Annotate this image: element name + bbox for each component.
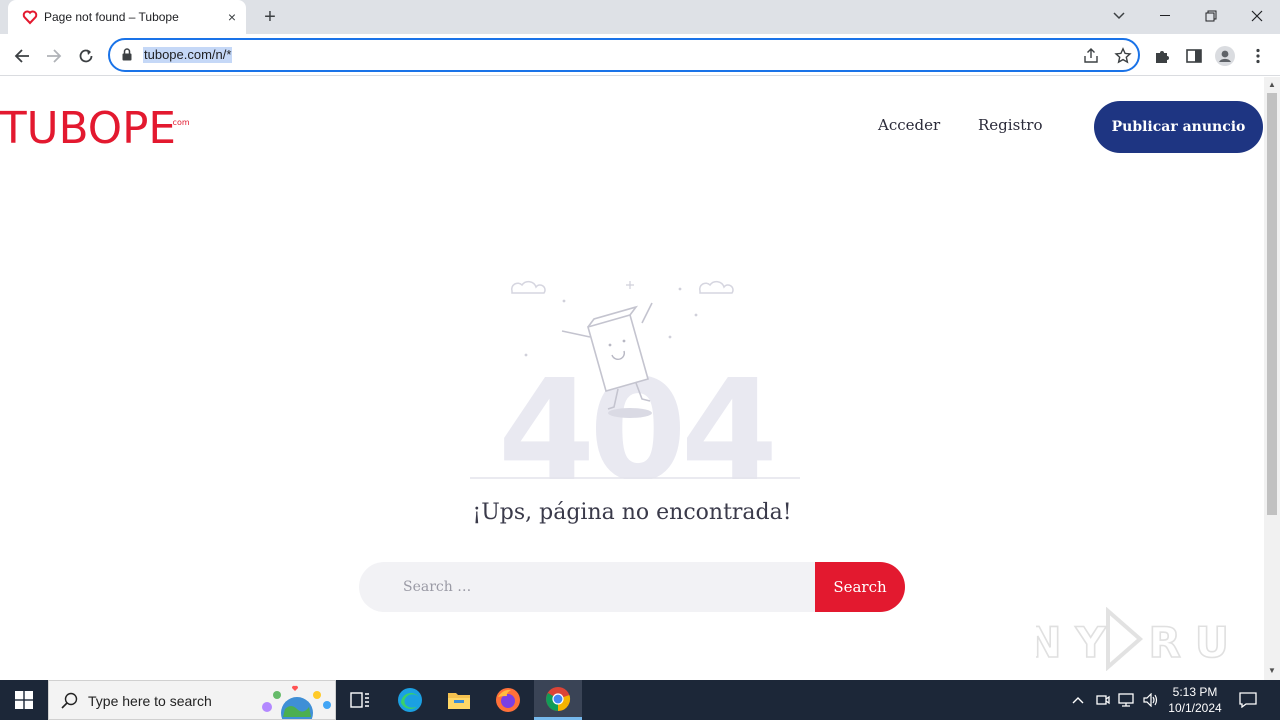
notification-center-button[interactable] [1234, 680, 1262, 720]
taskbar-search-placeholder: Type here to search [88, 693, 212, 709]
tray-network-button[interactable] [1117, 680, 1135, 720]
profile-icon [1215, 46, 1235, 66]
url-text[interactable]: tubope.com/n/* [143, 47, 233, 63]
browser-menu-button[interactable] [1248, 46, 1268, 66]
login-link[interactable]: Acceder [878, 116, 940, 134]
address-bar[interactable]: tubope.com/n/* [108, 38, 1140, 72]
reload-button[interactable] [73, 43, 99, 69]
profile-button[interactable] [1215, 46, 1235, 66]
arrow-left-icon [14, 49, 29, 63]
network-icon [1118, 693, 1134, 707]
task-view-icon [350, 692, 369, 708]
clock-date: 10/1/2024 [1168, 701, 1222, 715]
camera-icon [1096, 695, 1110, 705]
svg-text:ANY RUN: ANY RUN [1036, 618, 1236, 667]
tray-meet-button[interactable] [1094, 680, 1112, 720]
minimize-icon [1160, 15, 1170, 16]
tray-volume-button[interactable] [1141, 680, 1161, 720]
forward-button[interactable] [41, 43, 67, 69]
taskbar-firefox[interactable] [484, 680, 532, 720]
clock-time: 5:13 PM [1172, 685, 1218, 699]
error-headline: ¡Ups, página no encontrada! [472, 500, 792, 525]
reload-icon [79, 49, 93, 63]
windows-taskbar: Type here to search 5:13 PM 10/1/2024 [0, 680, 1280, 720]
page-scrollbar[interactable]: ▲ ▼ [1264, 77, 1280, 680]
restore-button[interactable] [1188, 0, 1234, 32]
start-button[interactable] [0, 680, 48, 720]
publish-ad-button[interactable]: Publicar anuncio [1094, 101, 1263, 153]
tab-strip: Page not found – Tubope × + [0, 0, 1280, 34]
scroll-down-arrow-icon[interactable]: ▼ [1268, 667, 1276, 675]
taskbar-clock[interactable]: 5:13 PM 10/1/2024 [1160, 684, 1230, 716]
taskbar-chrome[interactable] [534, 680, 582, 720]
404-illustration: 404 [470, 281, 800, 479]
anyrun-watermark: ANY RUN [1036, 607, 1236, 671]
arrow-right-icon [47, 49, 62, 63]
taskbar-search-box[interactable]: Type here to search [48, 680, 336, 720]
close-window-button[interactable] [1234, 0, 1280, 32]
tubope-heart-icon [22, 10, 38, 25]
share-icon[interactable] [1082, 47, 1100, 65]
side-panel-icon [1186, 49, 1202, 63]
edge-icon [398, 688, 422, 712]
tray-overflow-button[interactable] [1068, 680, 1088, 720]
tab-close-button[interactable]: × [224, 9, 240, 25]
restore-icon [1205, 10, 1217, 22]
register-link[interactable]: Registro [978, 116, 1043, 134]
taskbar-edge[interactable] [386, 680, 434, 720]
extensions-button[interactable] [1152, 46, 1172, 66]
search-button[interactable]: Search [815, 562, 905, 612]
lock-icon[interactable] [122, 48, 132, 61]
tubope-logo[interactable]: TUBOPE .com [0, 107, 190, 149]
search-form: Search [359, 562, 905, 612]
search-icon [61, 692, 78, 709]
svg-text:TUBOPE: TUBOPE [0, 107, 176, 149]
tab-title: Page not found – Tubope [44, 10, 179, 24]
browser-toolbar: tubope.com/n/* [0, 34, 1280, 76]
chrome-icon [546, 686, 571, 711]
search-input[interactable] [359, 562, 829, 612]
svg-text:.com: .com [170, 118, 190, 127]
star-icon[interactable] [1114, 47, 1132, 65]
speaker-icon [1143, 693, 1158, 707]
scroll-up-arrow-icon[interactable]: ▲ [1268, 81, 1276, 89]
firefox-icon [496, 688, 520, 712]
new-tab-button[interactable]: + [258, 6, 282, 28]
back-button[interactable] [9, 43, 35, 69]
chevron-down-icon [1113, 12, 1125, 20]
kebab-menu-icon [1256, 48, 1260, 64]
scroll-thumb[interactable] [1267, 93, 1277, 515]
puzzle-icon [1156, 51, 1169, 63]
chevron-up-icon [1072, 697, 1084, 704]
minimize-button[interactable] [1142, 0, 1188, 32]
close-icon [1251, 10, 1263, 22]
taskbar-file-explorer[interactable] [435, 680, 483, 720]
search-highlight-globe-icon [262, 685, 331, 719]
side-panel-button[interactable] [1184, 46, 1204, 66]
task-view-button[interactable] [336, 680, 384, 720]
tab-search-button[interactable] [1096, 0, 1142, 32]
page-content: TUBOPE .com Acceder Registro Publicar an… [0, 77, 1264, 680]
folder-icon [448, 693, 470, 709]
notification-icon [1239, 692, 1257, 708]
windows-logo-icon [15, 691, 33, 709]
browser-tab[interactable]: Page not found – Tubope × [8, 0, 246, 34]
